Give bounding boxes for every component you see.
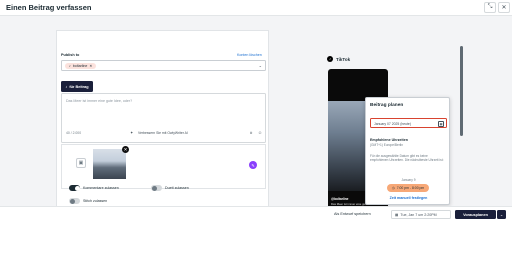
image-upload-icon[interactable]: ▣	[76, 158, 86, 168]
chevron-down-icon[interactable]: ⌄	[259, 63, 262, 68]
preview-network-header: ♪ TikTok	[327, 56, 350, 62]
calendar-icon[interactable]: ▦	[438, 120, 444, 127]
magic-edit-icon[interactable]: ✎	[249, 161, 257, 169]
scheduled-time-label: Tue, Jan 7 um 2:20PM	[400, 212, 437, 217]
hashtag-icon[interactable]: #	[250, 130, 252, 135]
expand-icon[interactable]: ⤡	[484, 2, 496, 13]
account-select[interactable]: ♪ boltarline ✕ ⌄	[61, 60, 266, 71]
post-text-area[interactable]: Das Meer ist immer eine gute Idee, oder?…	[61, 93, 266, 143]
emoji-icon[interactable]: ☺	[258, 130, 262, 135]
tiktok-logo-icon: ♪	[327, 56, 333, 62]
media-section: ▣ ✕ ✎	[61, 144, 266, 189]
timezone-label: (GMT+1) Europe/Berlin	[370, 143, 404, 147]
duet-toggle-label: Duett zulassen	[165, 186, 189, 190]
duet-toggle[interactable]	[151, 185, 162, 191]
modal-footer: Als Entwurf speichern ▦ Tue, Jan 7 um 2:…	[0, 206, 512, 253]
editor-panel: Publish to Konten löschen ♪ boltarline ✕…	[56, 30, 269, 215]
char-counter: 40 / 2.000	[66, 131, 82, 135]
sparkle-icon: ✦	[130, 130, 134, 135]
date-picker-input[interactable]: January 07 2025 (heute) ▦	[370, 118, 447, 128]
post-text[interactable]: Das Meer ist immer eine gute Idee, oder?	[66, 99, 132, 103]
schedule-button[interactable]: Vorausplanen	[455, 210, 496, 219]
remove-account-icon[interactable]: ✕	[89, 64, 92, 68]
schedule-popover: Beitrag planen January 07 2025 (heute) ▦…	[365, 97, 450, 205]
account-chip[interactable]: ♪ boltarline ✕	[65, 63, 97, 69]
remove-media-icon[interactable]: ✕	[122, 146, 129, 153]
preview-username: @boltarline	[331, 197, 349, 201]
comments-toggle[interactable]	[69, 185, 80, 191]
close-icon[interactable]: ✕	[498, 2, 510, 13]
stitch-toggle[interactable]	[69, 198, 80, 204]
stitch-toggle-label: Stitch zulassen	[83, 199, 108, 203]
tab-label: für Beitrag	[69, 84, 89, 89]
account-chip-label: boltarline	[72, 64, 88, 68]
recommendation-description: Für die ausgewählte Datum gibt es keine …	[370, 154, 444, 163]
save-draft-button[interactable]: Als Entwurf speichern	[334, 212, 371, 216]
recommended-date: January 9	[401, 178, 416, 182]
tiktok-icon: ♪	[65, 84, 68, 89]
time-slot-label: 7:00 pm - 8:00 pm	[396, 186, 425, 190]
comments-toggle-label: Kommentare zulassen	[83, 186, 119, 190]
recommended-time-slot[interactable]: ◷ 7:00 pm - 8:00 pm	[387, 184, 429, 192]
modal-header: Einen Beitrag verfassen ⤡ ✕	[0, 0, 512, 16]
preview-network-name: TikTok	[336, 56, 351, 62]
publish-to-label: Publish to	[61, 53, 80, 57]
owlywriter-ai-button[interactable]: Verbessern Sie mit OwlyWriter AI	[138, 131, 188, 135]
set-time-manually-link[interactable]: Zeit manuell festlegen	[366, 196, 451, 200]
media-thumbnail[interactable]	[93, 149, 126, 179]
chevron-down-icon[interactable]: ⌄	[497, 210, 506, 219]
tiktok-icon: ♪	[69, 64, 71, 68]
scheduled-time-button[interactable]: ▦ Tue, Jan 7 um 2:20PM	[391, 210, 451, 219]
clock-icon: ◷	[391, 186, 395, 190]
modal-title: Einen Beitrag verfassen	[6, 3, 92, 12]
preview-scrollbar[interactable]	[460, 46, 463, 136]
calendar-icon: ▦	[395, 212, 399, 217]
tab-tiktok-post[interactable]: ♪ für Beitrag	[61, 81, 93, 92]
date-value[interactable]: January 07 2025 (heute)	[374, 122, 411, 126]
clear-accounts-link[interactable]: Konten löschen	[237, 53, 262, 57]
recommended-times-title: Empfohlene Uhrzeiten	[370, 138, 408, 142]
popover-title: Beitrag planen	[370, 103, 404, 108]
